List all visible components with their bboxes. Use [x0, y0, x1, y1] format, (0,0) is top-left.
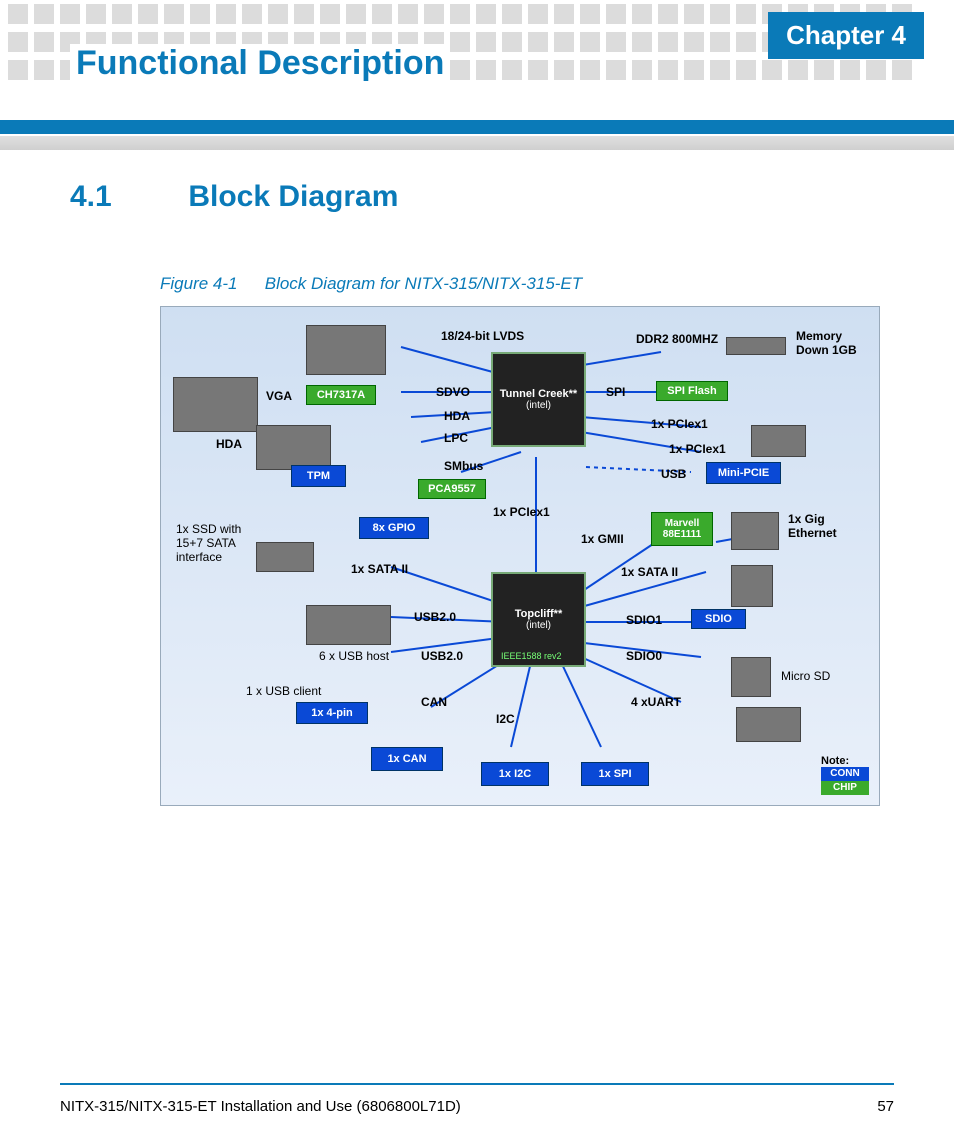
sdio-block: SDIO: [691, 609, 746, 629]
pciex1-b-label: 1x PCIex1: [669, 442, 726, 456]
ssd-icon: [256, 542, 314, 572]
page-number: 57: [877, 1098, 894, 1115]
i2c-label: I2C: [496, 712, 515, 726]
figure-caption: Figure 4-1 Block Diagram for NITX-315/NI…: [160, 274, 890, 294]
pin-1x4-block: 1x 4-pin: [296, 702, 368, 724]
legend-chip: CHIP: [821, 781, 869, 795]
legend-note: Note: CONN CHIP: [821, 755, 869, 795]
section-number: 4.1: [70, 180, 180, 214]
topcliff-label: Topcliff**: [515, 608, 562, 620]
usb20-b-label: USB2.0: [421, 649, 463, 663]
lvds-panel-icon: [306, 325, 386, 375]
hda-speaker-icon: [256, 425, 331, 470]
footer-doc-title: NITX-315/NITX-315-ET Installation and Us…: [60, 1098, 461, 1115]
page-content: 4.1 Block Diagram Figure 4-1 Block Diagr…: [70, 180, 890, 806]
sata-ii-b-label: 1x SATA II: [621, 565, 678, 579]
header-blue-rule: [0, 120, 954, 134]
vga-label: VGA: [266, 389, 292, 403]
lpc-label: LPC: [444, 431, 468, 445]
connector-icon-1: [751, 425, 806, 457]
lvds-label: 18/24-bit LVDS: [441, 329, 524, 343]
serial-conn-icon: [736, 707, 801, 742]
memory-down-label: Memory Down 1GB: [796, 329, 861, 357]
hda-in-label: HDA: [216, 437, 242, 451]
chapter-badge: Chapter 4: [768, 12, 924, 59]
sdio1-label: SDIO1: [626, 613, 662, 627]
section-title: Block Diagram: [188, 180, 398, 213]
figure-caption-text: Block Diagram for NITX-315/NITX-315-ET: [265, 274, 582, 293]
memory-module-icon: [726, 337, 786, 355]
block-diagram: 18/24-bit LVDS Tunnel Creek** (intel) DD…: [160, 306, 880, 806]
usb-client-1x-label: 1 x USB client: [246, 684, 321, 698]
i2c-1x-block: 1x I2C: [481, 762, 549, 786]
can-label: CAN: [421, 695, 447, 709]
ssd-sata-label: 1x SSD with 15+7 SATA interface: [176, 522, 251, 564]
usb20-a-label: USB2.0: [414, 610, 456, 624]
section-heading: 4.1 Block Diagram: [70, 180, 890, 214]
gmii-label: 1x GMII: [581, 532, 624, 546]
figure-label: Figure 4-1: [160, 274, 260, 294]
intel-logo-1: (intel): [526, 400, 551, 411]
smbus-label: SMbus: [444, 459, 483, 473]
spi-flash-chip: SPI Flash: [656, 381, 728, 401]
legend-conn: CONN: [821, 767, 869, 781]
tunnel-creek-label: Tunnel Creek**: [500, 388, 577, 400]
pciex1-c-label: 1x PCIex1: [493, 505, 550, 519]
sdvo-label: SDVO: [436, 385, 470, 399]
gig-eth-label: 1x Gig Ethernet: [788, 512, 848, 540]
hda-label: HDA: [444, 409, 470, 423]
mini-pcie-block: Mini-PCIE: [706, 462, 781, 484]
marvell-chip: Marvell 88E1111: [651, 512, 713, 546]
tpm-block: TPM: [291, 465, 346, 487]
sdio0-label: SDIO0: [626, 649, 662, 663]
micro-sd-label: Micro SD: [781, 669, 830, 683]
footer-rule: [60, 1083, 894, 1085]
ieee1588-label: IEEE1588 rev2: [501, 651, 562, 661]
chapter-title: Functional Description: [70, 44, 450, 83]
header-grey-rule: [0, 136, 954, 150]
uart-4x-label: 4 xUART: [631, 695, 681, 709]
pca9557-chip: PCA9557: [418, 479, 486, 499]
intel-logo-2: (intel): [526, 620, 551, 631]
ch7317a-chip: CH7317A: [306, 385, 376, 405]
vga-monitor-icon: [173, 377, 258, 432]
ddr2-label: DDR2 800MHZ: [636, 332, 718, 346]
sata-conn-icon: [731, 565, 773, 607]
micro-sd-icon: [731, 657, 771, 697]
spi-label: SPI: [606, 385, 625, 399]
ethernet-jack-icon: [731, 512, 779, 550]
can-1x-block: 1x CAN: [371, 747, 443, 771]
usb-host-6x-label: 6 x USB host: [319, 649, 389, 663]
pciex1-a-label: 1x PCIex1: [651, 417, 708, 431]
note-title: Note:: [821, 755, 869, 767]
usb-label: USB: [661, 467, 686, 481]
sata-ii-a-label: 1x SATA II: [351, 562, 408, 576]
gpio-8x-block: 8x GPIO: [359, 517, 429, 539]
spi-1x-block: 1x SPI: [581, 762, 649, 786]
usb-host-icon: [306, 605, 391, 645]
tunnel-creek-chip: Tunnel Creek** (intel): [491, 352, 586, 447]
